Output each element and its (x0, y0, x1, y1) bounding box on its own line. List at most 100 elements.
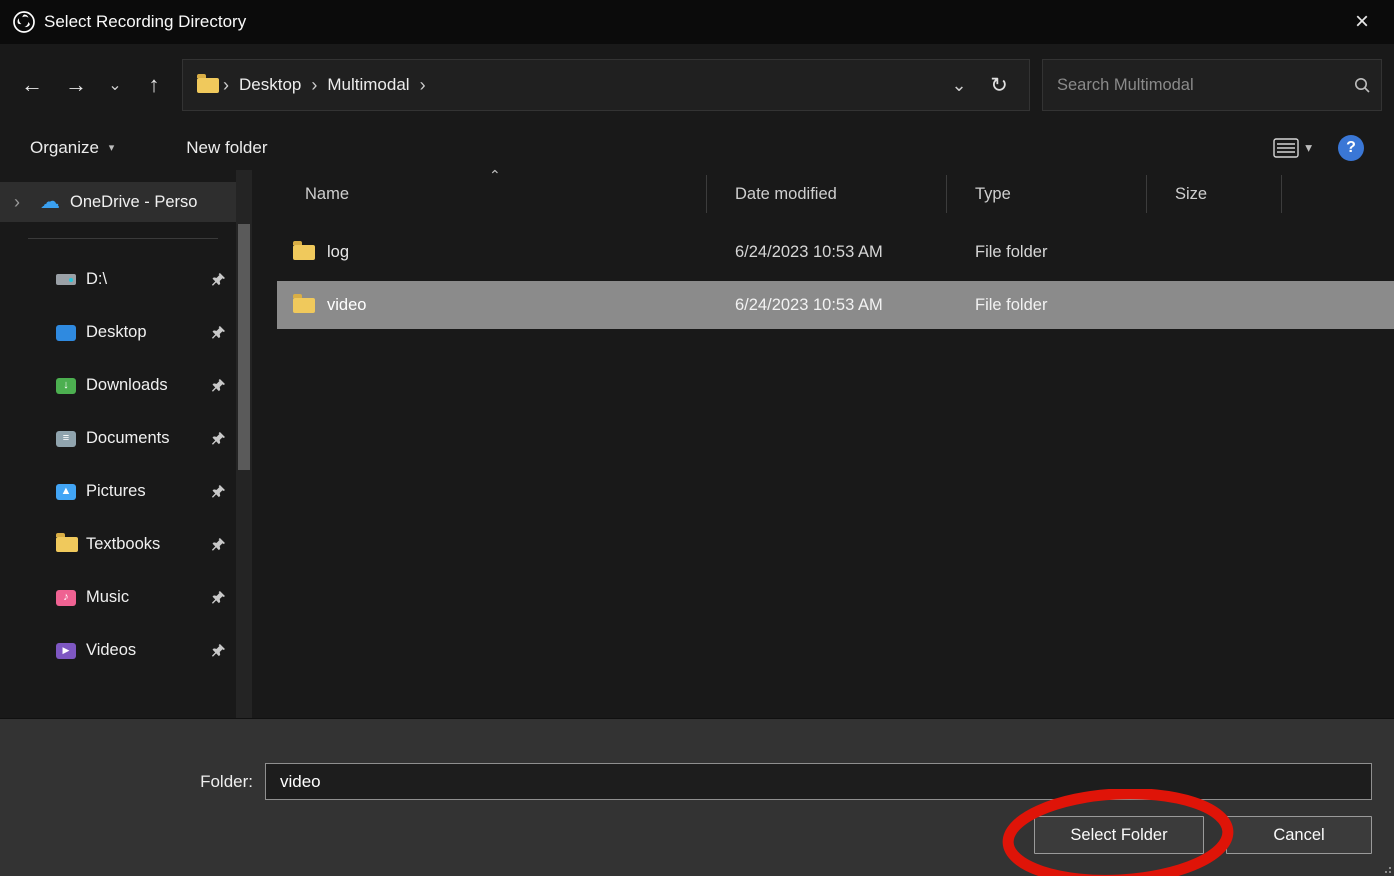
type-cell: File folder (947, 243, 1147, 262)
dialog-content: › ☁ OneDrive - Perso D:\ Desktop ↓ Downl… (0, 170, 1394, 718)
sidebar-item-documents[interactable]: ≡ Documents (0, 412, 236, 465)
sidebar-item-desktop[interactable]: Desktop (0, 306, 236, 359)
help-button[interactable]: ? (1338, 135, 1364, 161)
close-button[interactable]: × (1342, 4, 1382, 40)
column-label: Size (1175, 185, 1207, 204)
folder-icon (293, 298, 315, 313)
search-box[interactable] (1042, 59, 1382, 111)
view-caret-icon: ▾ (1305, 140, 1312, 156)
view-options-button[interactable]: ▾ (1273, 138, 1312, 158)
sidebar-item-drive-d[interactable]: D:\ (0, 253, 236, 306)
folder-label: Folder: (0, 772, 265, 792)
up-button[interactable]: ↑ (132, 63, 176, 107)
pictures-icon: ▲ (56, 484, 76, 500)
file-name: log (327, 243, 349, 262)
refresh-button[interactable]: ↻ (979, 65, 1019, 105)
column-label: Type (975, 185, 1011, 204)
desktop-icon (56, 325, 76, 341)
obs-logo-icon (12, 10, 36, 34)
breadcrumb-desktop[interactable]: Desktop (233, 75, 307, 95)
column-header-size[interactable]: Size (1147, 175, 1282, 213)
cancel-button[interactable]: Cancel (1226, 816, 1372, 854)
sidebar-item-label: Documents (56, 429, 207, 448)
file-rows: log 6/24/2023 10:53 AM File folder video… (277, 228, 1394, 329)
forward-button[interactable]: → (54, 63, 98, 107)
recent-locations-button[interactable]: ⌄ (98, 63, 132, 107)
dialog-buttons: Select Folder Cancel (0, 816, 1372, 854)
list-header: Name ⌃ Date modified Type Size (277, 170, 1394, 218)
sidebar-divider (28, 238, 218, 239)
sidebar-item-onedrive[interactable]: › ☁ OneDrive - Perso (0, 182, 236, 222)
pin-icon (211, 643, 226, 658)
organize-caret-icon: ▾ (109, 142, 115, 154)
command-toolbar: Organize ▾ New folder ▾ ? (0, 126, 1394, 170)
sidebar-scrollbar[interactable] (236, 170, 252, 718)
select-folder-button[interactable]: Select Folder (1034, 816, 1204, 854)
sidebar-item-pictures[interactable]: ▲ Pictures (0, 465, 236, 518)
back-button[interactable]: ← (10, 63, 54, 107)
table-row-video[interactable]: video 6/24/2023 10:53 AM File folder (277, 281, 1394, 329)
sidebar-item-music[interactable]: ♪ Music (0, 571, 236, 624)
breadcrumb-separator: › (416, 75, 430, 96)
navigation-bar: ← → ⌄ ↑ › Desktop › Multimodal › ⌄ ↻ (0, 44, 1394, 126)
address-dropdown-button[interactable]: ⌄ (939, 65, 979, 105)
file-dialog-window: Select Recording Directory × ← → ⌄ ↑ › D… (0, 0, 1394, 876)
file-list-pane: Name ⌃ Date modified Type Size log (252, 170, 1394, 718)
toolbar-right-group: ▾ ? (1273, 135, 1364, 161)
drive-icon (56, 274, 76, 285)
organize-button[interactable]: Organize ▾ (30, 138, 114, 158)
date-modified-cell: 6/24/2023 10:53 AM (707, 296, 947, 315)
sidebar-item-label: Pictures (56, 482, 207, 501)
navigation-pane: › ☁ OneDrive - Perso D:\ Desktop ↓ Downl… (0, 170, 236, 718)
new-folder-button[interactable]: New folder (186, 138, 267, 158)
search-input[interactable] (1057, 76, 1353, 95)
folder-row: Folder: (0, 763, 1372, 800)
column-header-date-modified[interactable]: Date modified (707, 175, 947, 213)
list-view-icon (1273, 138, 1299, 158)
pin-icon (211, 325, 226, 340)
pin-icon (211, 484, 226, 499)
sort-ascending-icon: ⌃ (489, 167, 501, 184)
scrollbar-thumb[interactable] (238, 224, 250, 470)
pin-icon (211, 272, 226, 287)
folder-name-input[interactable] (265, 763, 1372, 800)
sidebar-item-textbooks[interactable]: Textbooks (0, 518, 236, 571)
sidebar-item-downloads[interactable]: ↓ Downloads (0, 359, 236, 412)
dialog-footer: Folder: Select Folder Cancel (0, 718, 1394, 876)
type-cell: File folder (947, 296, 1147, 315)
sidebar-item-label: Music (56, 588, 207, 607)
address-folder-icon (197, 78, 219, 93)
breadcrumb-separator: › (307, 75, 321, 96)
file-name-cell: video (277, 296, 707, 315)
table-row-log[interactable]: log 6/24/2023 10:53 AM File folder (277, 228, 1394, 276)
pin-icon (211, 378, 226, 393)
music-icon: ♪ (56, 590, 76, 606)
column-header-name[interactable]: Name ⌃ (277, 175, 707, 213)
window-title: Select Recording Directory (44, 12, 246, 32)
folder-icon (293, 245, 315, 260)
videos-icon: ▶ (56, 643, 76, 659)
column-label: Date modified (735, 185, 837, 204)
column-label: Name (305, 185, 349, 204)
pin-icon (211, 431, 226, 446)
textbooks-folder-icon (56, 537, 78, 552)
column-header-type[interactable]: Type (947, 175, 1147, 213)
file-name-cell: log (277, 243, 707, 262)
sidebar-item-label: Desktop (56, 323, 207, 342)
file-name: video (327, 296, 366, 315)
onedrive-cloud-icon: ☁ (40, 192, 60, 212)
sidebar-item-label: Downloads (56, 376, 207, 395)
search-icon (1353, 76, 1371, 94)
sidebar-item-label: Videos (56, 641, 207, 660)
breadcrumb-separator: › (219, 75, 233, 96)
date-modified-cell: 6/24/2023 10:53 AM (707, 243, 947, 262)
sidebar-item-label: D:\ (56, 270, 207, 289)
sidebar-item-label: OneDrive - Perso (60, 193, 226, 212)
pin-icon (211, 590, 226, 605)
downloads-icon: ↓ (56, 378, 76, 394)
expand-chevron-icon[interactable]: › (14, 192, 40, 213)
address-bar[interactable]: › Desktop › Multimodal › ⌄ ↻ (182, 59, 1030, 111)
title-bar: Select Recording Directory × (0, 0, 1394, 44)
sidebar-item-videos[interactable]: ▶ Videos (0, 624, 236, 677)
breadcrumb-multimodal[interactable]: Multimodal (321, 75, 415, 95)
